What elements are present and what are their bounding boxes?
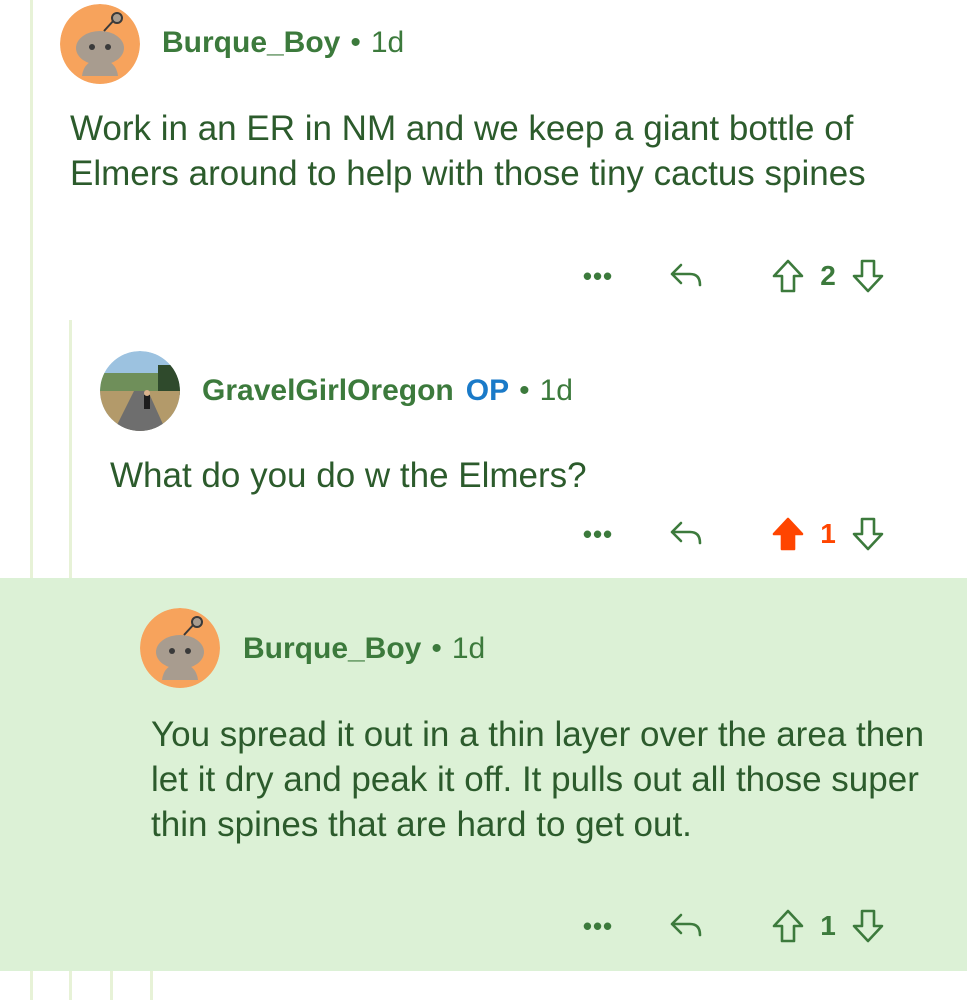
reply-icon[interactable] — [666, 261, 706, 291]
comment-actions: ••• 1 — [578, 514, 888, 554]
comment-header: GravelGirlOregon OP • 1d — [202, 374, 573, 408]
reply-icon[interactable] — [666, 911, 706, 941]
upvote-icon[interactable] — [768, 258, 808, 294]
user-avatar[interactable] — [100, 351, 180, 431]
comment-thread: Burque_Boy • 1d Work in an ER in NM and … — [0, 0, 967, 1000]
separator: • — [431, 632, 442, 665]
more-options-icon[interactable]: ••• — [578, 519, 618, 550]
comment-header: Burque_Boy • 1d — [243, 632, 485, 666]
timestamp: 1d — [370, 26, 405, 59]
snoo-avatar-icon[interactable] — [60, 4, 140, 84]
vote-score: 1 — [820, 910, 836, 941]
vote-score: 1 — [820, 518, 836, 549]
comment-body: Work in an ER in NM and we keep a giant … — [70, 109, 866, 193]
more-options-icon[interactable]: ••• — [578, 911, 618, 942]
comment-actions: ••• 2 — [578, 256, 888, 296]
separator: • — [350, 26, 361, 59]
author-name[interactable]: Burque_Boy — [162, 26, 340, 60]
snoo-avatar-icon[interactable] — [140, 608, 220, 688]
upvote-icon[interactable] — [768, 516, 808, 552]
reply-icon[interactable] — [666, 519, 706, 549]
downvote-icon[interactable] — [848, 516, 888, 552]
more-options-icon[interactable]: ••• — [578, 261, 618, 292]
separator: • — [519, 374, 530, 407]
thread-line-level-3[interactable] — [150, 970, 153, 1000]
comment-body: What do you do w the Elmers? — [110, 456, 587, 495]
author-name[interactable]: Burque_Boy — [243, 632, 421, 666]
timestamp: 1d — [539, 374, 573, 407]
comment-actions: ••• 1 — [578, 906, 888, 946]
comment-body: You spread it out in a thin layer over t… — [151, 715, 925, 844]
author-name[interactable]: GravelGirlOregon — [202, 374, 454, 408]
timestamp: 1d — [451, 632, 486, 665]
downvote-icon[interactable] — [848, 258, 888, 294]
downvote-icon[interactable] — [848, 908, 888, 944]
upvote-icon[interactable] — [768, 908, 808, 944]
vote-score: 2 — [820, 260, 836, 291]
comment-header: Burque_Boy • 1d — [162, 26, 404, 60]
op-badge: OP — [465, 374, 510, 407]
